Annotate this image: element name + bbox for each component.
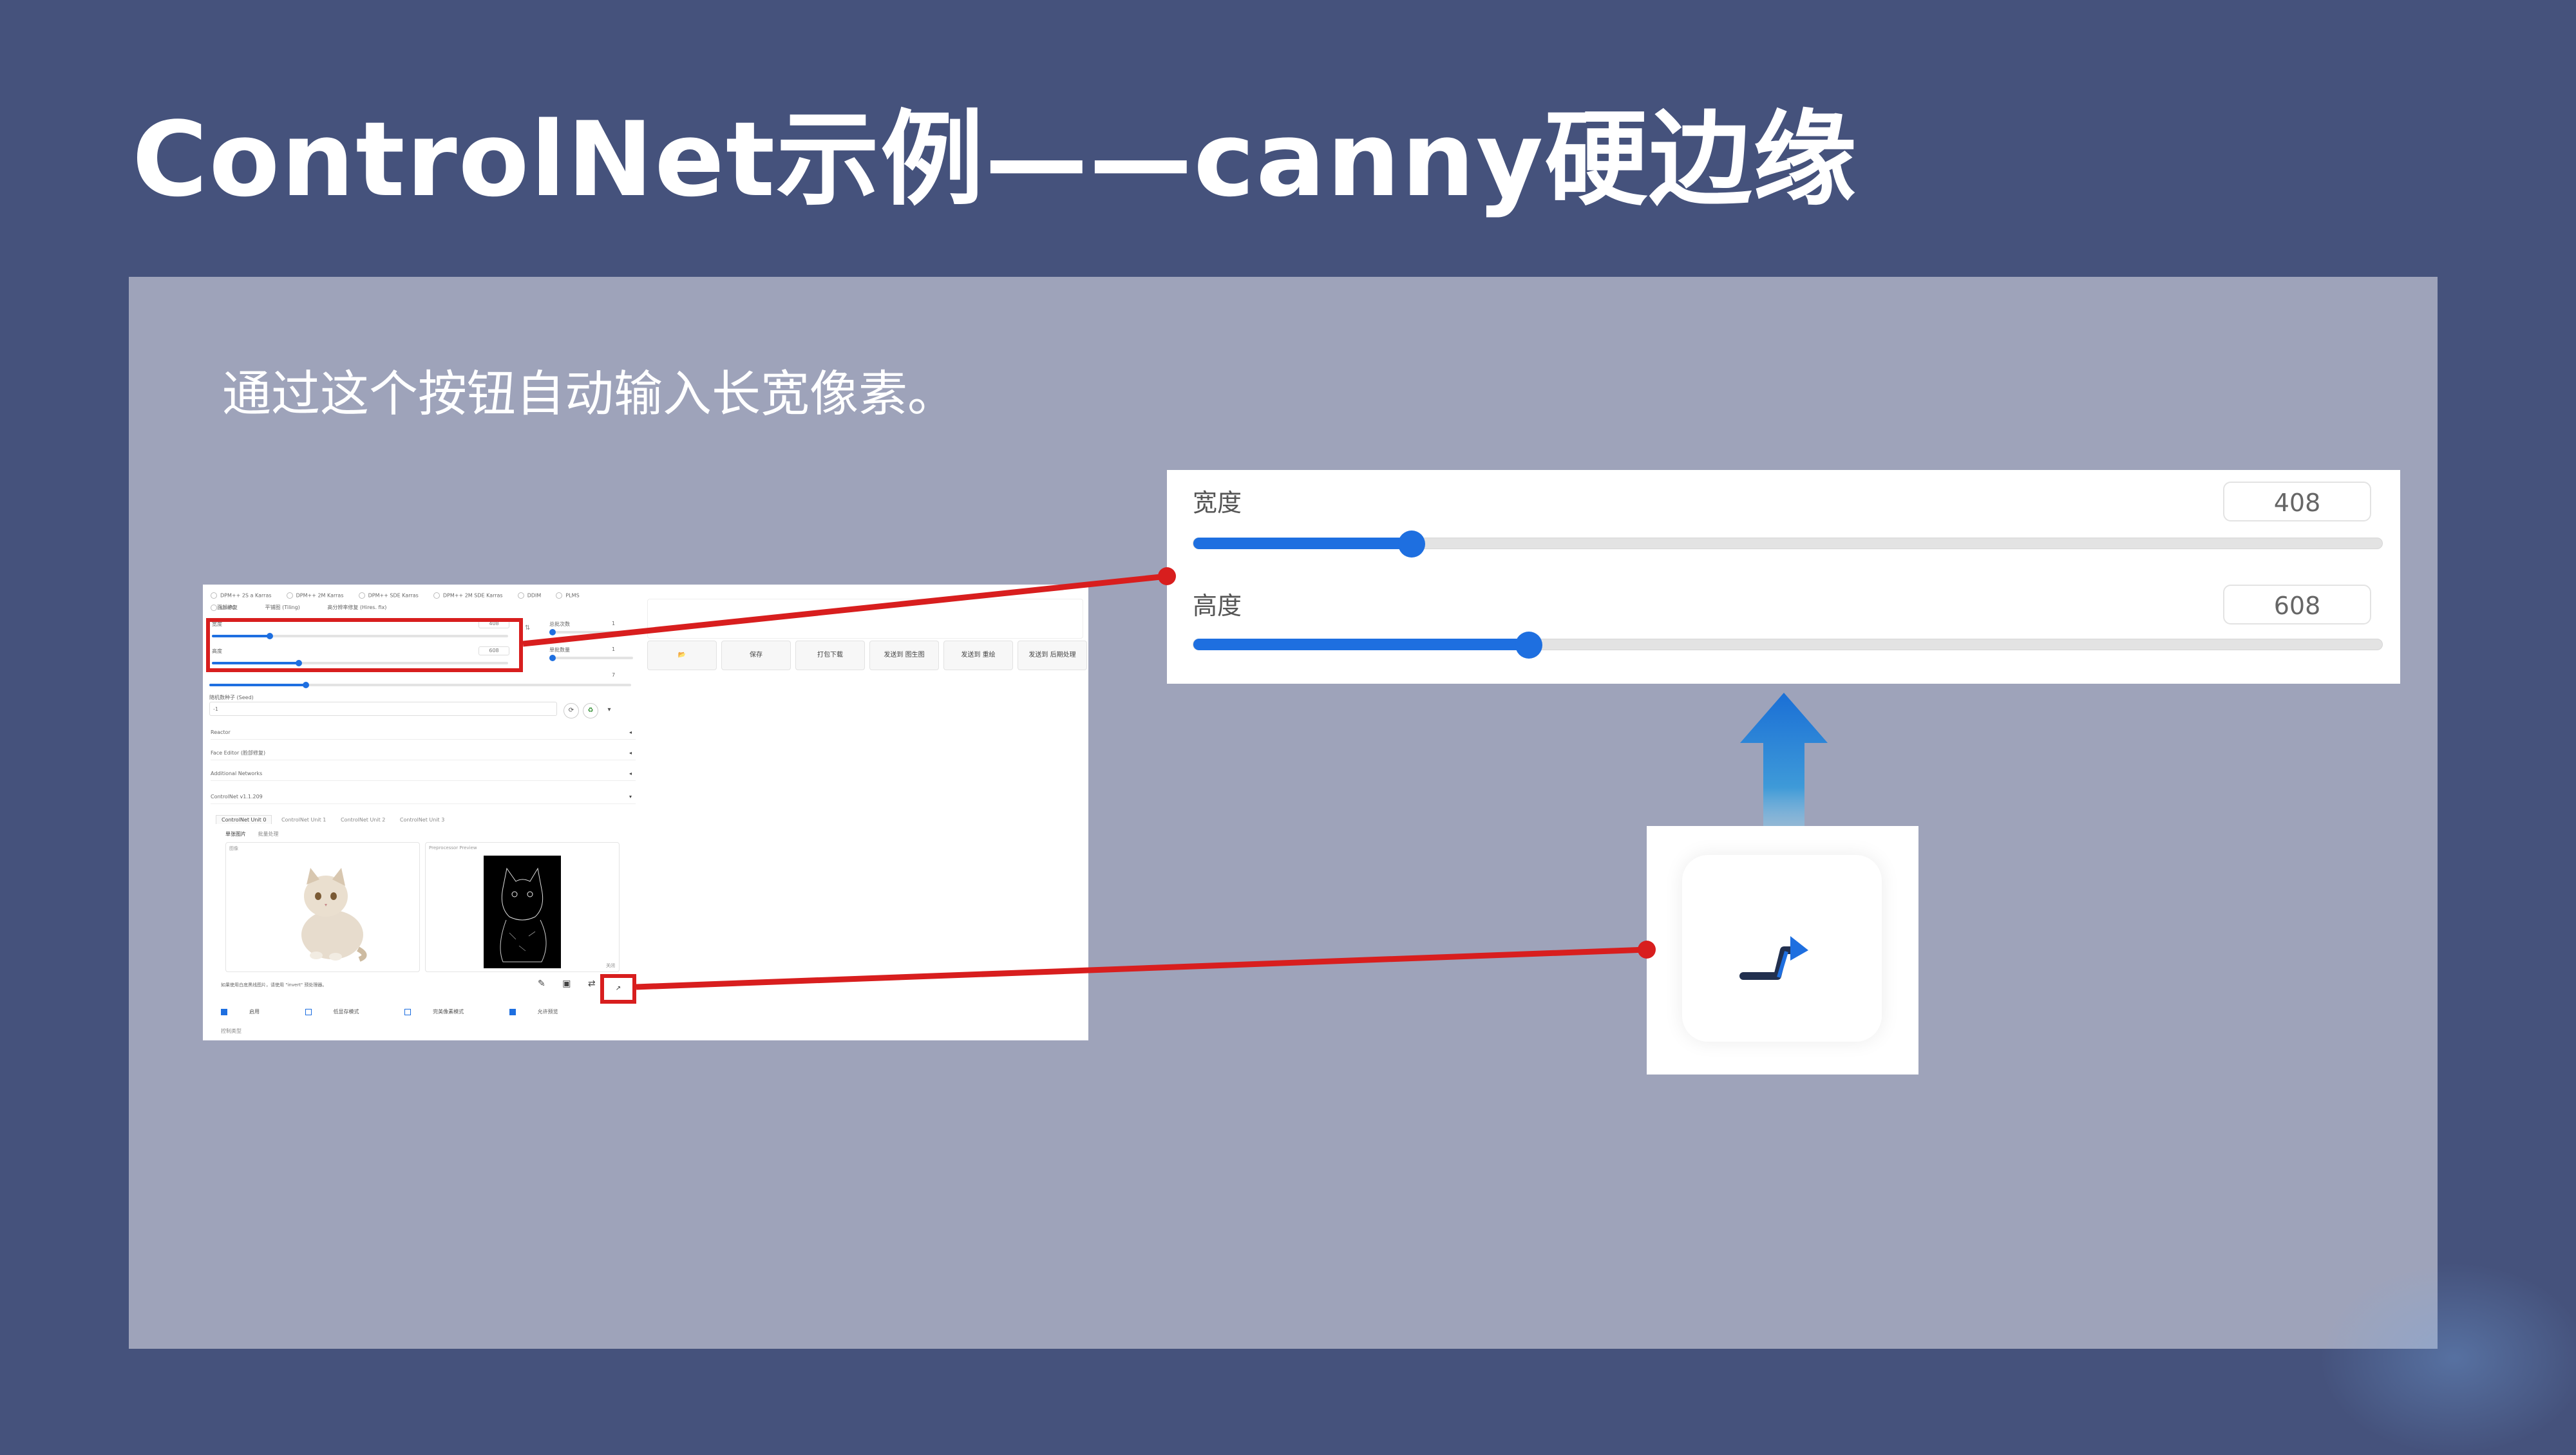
tab-unit-0[interactable]: ControlNet Unit 0 [216,815,272,824]
open-folder-button[interactable]: 📂 [647,641,717,670]
sampler-option[interactable]: DPM++ 2M SDE Karras [433,592,503,599]
content-panel: 通过这个按钮自动输入长宽像素。 DPM++ 2S a Karras DPM++ … [129,277,2438,1349]
swap-icon[interactable]: ⇄ [588,979,596,989]
dimension-highlight-box [206,618,523,672]
sampler-option[interactable]: DPM++ 2M Karras [286,592,344,599]
dice-icon[interactable]: ⟳ [564,703,579,718]
camera-icon[interactable]: ▣ [562,979,571,989]
zip-download-button[interactable]: 打包下载 [795,641,865,670]
tab-unit-2[interactable]: ControlNet Unit 2 [336,816,390,824]
batch-size-slider[interactable] [549,655,633,661]
collapse-icon: ◂ [629,750,632,756]
cat-photo [301,868,367,962]
zoom-width-input[interactable]: 408 [2223,482,2371,521]
cfg-slider[interactable] [209,682,631,688]
zoom-height-slider[interactable] [1193,632,2383,659]
up-arrow-icon [1740,693,1828,828]
batch-size-label: 单批数量 [549,647,570,653]
tab-batch[interactable]: 批量处理 [258,831,279,837]
expand-icon: ▾ [629,794,632,800]
tab-unit-1[interactable]: ControlNet Unit 1 [276,816,331,824]
collapse-icon: ◂ [629,729,632,735]
send-dimensions-button[interactable]: ↗ [600,974,636,1004]
zoomed-button-panel [1647,826,1918,1075]
accordion-controlnet[interactable]: ControlNet v1.1.209 ▾ [211,791,636,804]
canny-edge-preview [484,856,561,968]
face-restore-check[interactable]: 面部修复 [217,605,238,610]
sampler-option[interactable]: DPM++ SDE Karras [358,592,419,599]
sampler-option[interactable]: PLMS [556,592,580,599]
recycle-icon[interactable]: ♻ [583,703,598,718]
extra-seed-toggle[interactable]: ▾ [602,703,616,717]
send-to-inpaint-button[interactable]: 发送到 重绘 [943,641,1013,670]
output-action-buttons: 📂 保存 打包下载 发送到 图生图 发送到 重绘 发送到 后期处理 [647,641,1087,671]
collapse-icon: ◂ [629,771,632,776]
output-gallery [647,599,1083,639]
cfg-value[interactable]: 7 [612,672,615,678]
controlnet-unit-tabs: ControlNet Unit 0 ControlNet Unit 1 Cont… [216,815,452,824]
accordion-reactor[interactable]: Reactor ◂ [211,726,636,740]
tiling-check[interactable]: 平铺图 (Tiling) [265,605,300,610]
low-vram-checkbox[interactable]: 低显存模式 [305,1008,381,1015]
sampler-option[interactable]: DDIM [517,592,541,599]
seed-label: 随机数种子 (Seed) [209,695,254,700]
swap-dimensions-icon[interactable]: ⇅ [525,624,530,632]
input-image-box[interactable]: 图像 [225,842,420,972]
accordion-face-editor[interactable]: Face Editor (脸部修复) ◂ [211,747,636,760]
send-to-img2img-button[interactable]: 发送到 图生图 [869,641,939,670]
preview-label: Preprocessor Preview [429,845,477,850]
slide-subtitle: 通过这个按钮自动输入长宽像素。 [222,365,956,422]
save-button[interactable]: 保存 [721,641,791,670]
allow-preview-checkbox[interactable]: 允许预览 [509,1008,580,1015]
batch-count-slider[interactable] [549,629,633,635]
tab-unit-3[interactable]: ControlNet Unit 3 [395,816,450,824]
generation-checks: 面部修复 平铺图 (Tiling) 高分辨率修复 (Hires. fix) [217,604,412,611]
tab-single-image[interactable]: 单张图片 [225,831,246,837]
send-dimensions-icon[interactable] [1682,855,1882,1042]
batch-count-value[interactable]: 1 [612,621,615,626]
zoom-height-label: 高度 [1193,592,1242,620]
webui-screenshot: DPM++ 2S a Karras DPM++ 2M Karras DPM++ … [203,585,1088,1040]
image-tools: ✎ ▣ ⇄ [538,979,610,989]
sampler-option[interactable]: DPM++ 2S a Karras [211,592,272,599]
send-to-extras-button[interactable]: 发送到 后期处理 [1018,641,1087,670]
image-label: 图像 [229,846,238,851]
zoomed-dimension-panel: 宽度 408 高度 608 [1167,470,2400,684]
controlnet-options: 启用 低显存模式 完美像素模式 允许预览 [221,1008,602,1015]
decorative-swirl [2318,1262,2576,1455]
send-dimensions-glyph [1739,936,1808,980]
zoom-width-slider[interactable] [1193,530,2383,558]
accordion-additional-networks[interactable]: Additional Networks ◂ [211,767,636,781]
enable-checkbox[interactable]: 启用 [221,1008,281,1015]
zoom-width-label: 宽度 [1193,489,1242,517]
new-canvas-icon[interactable]: ✎ [538,979,545,989]
preprocessor-preview-box: Preprocessor Preview 关闭 [425,842,620,972]
seed-input[interactable]: -1 [209,702,557,716]
invert-hint: 如果使用白底黑线图片，请使用 "invert" 预处理器。 [221,982,327,988]
zoom-height-input[interactable]: 608 [2223,585,2371,624]
close-preview-text[interactable]: 关闭 [606,962,615,969]
image-mode-tabs: 单张图片 批量处理 [225,831,289,838]
control-type-label: 控制类型 [221,1028,242,1034]
hires-fix-check[interactable]: 高分辨率修复 (Hires. fix) [327,605,386,610]
slide-title: ControlNet示例——canny硬边缘 [132,99,1858,220]
batch-size-value[interactable]: 1 [612,646,615,652]
sampler-radio-row: DPM++ 2S a Karras DPM++ 2M Karras DPM++ … [211,587,623,611]
pixel-perfect-checkbox[interactable]: 完美像素模式 [404,1008,486,1015]
batch-count-label: 总批次数 [549,621,570,627]
